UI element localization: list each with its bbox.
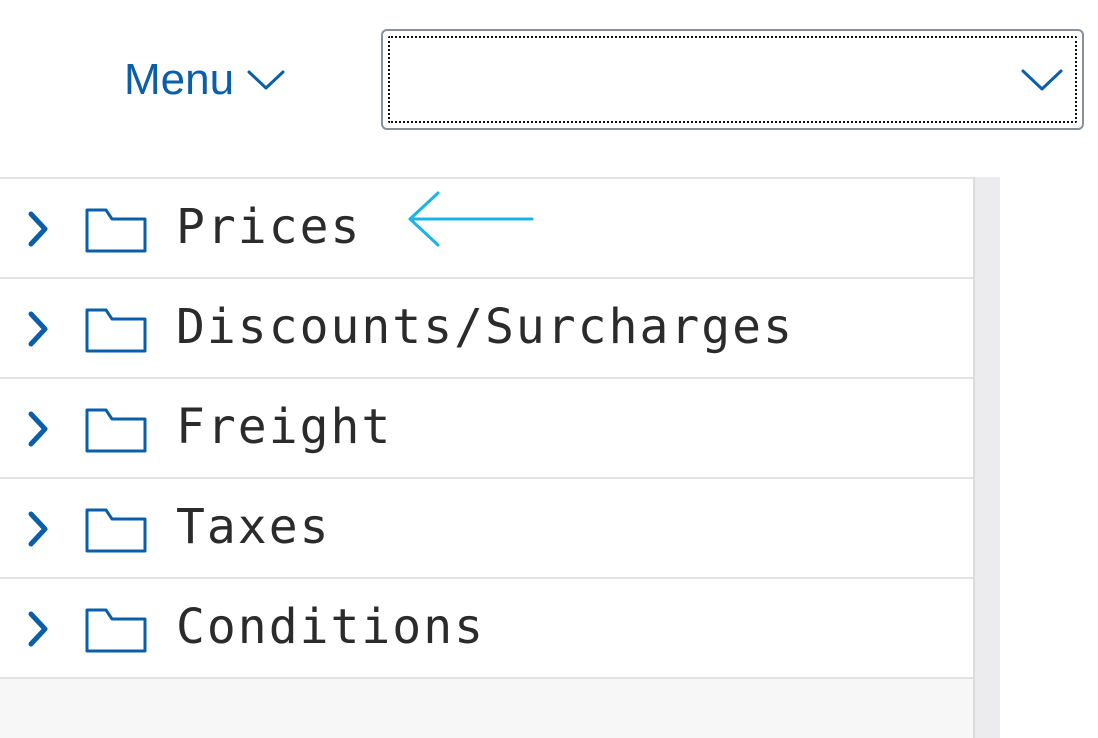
tree-item-label: Conditions	[176, 599, 485, 655]
folder-icon	[85, 308, 147, 353]
menu-button[interactable]: Menu	[124, 50, 286, 110]
menu-button-label: Menu	[124, 55, 235, 104]
chevron-right-icon[interactable]	[26, 210, 50, 248]
chevron-right-icon[interactable]	[26, 410, 50, 448]
tree-item-label: Freight	[176, 399, 393, 455]
chevron-right-icon[interactable]	[26, 510, 50, 548]
folder-icon	[85, 408, 147, 453]
tree-item-label: Discounts/Surcharges	[176, 299, 794, 355]
chevron-right-icon[interactable]	[26, 610, 50, 648]
page: Menu Prices Discounts/Surcharges Freight…	[0, 0, 1098, 738]
folder-icon	[85, 608, 147, 653]
tree-panel: Prices Discounts/Surcharges Freight Taxe…	[0, 177, 975, 738]
tree-item-label: Taxes	[176, 499, 331, 555]
focus-ring	[388, 36, 1077, 123]
scrollbar-track[interactable]	[975, 177, 1000, 738]
view-select[interactable]	[381, 29, 1084, 130]
tree-item-discounts-surcharges[interactable]: Discounts/Surcharges	[0, 277, 973, 377]
tree-item-taxes[interactable]: Taxes	[0, 477, 973, 577]
folder-icon	[85, 208, 147, 253]
arrow-left-icon	[408, 191, 534, 247]
folder-icon	[85, 508, 147, 553]
chevron-down-icon	[247, 70, 285, 90]
chevron-down-icon	[1021, 69, 1063, 91]
chevron-right-icon[interactable]	[26, 310, 50, 348]
tree-item-conditions[interactable]: Conditions	[0, 577, 973, 679]
tree-item-label: Prices	[176, 199, 362, 255]
tree-item-freight[interactable]: Freight	[0, 377, 973, 477]
tree-list: Prices Discounts/Surcharges Freight Taxe…	[0, 177, 973, 679]
